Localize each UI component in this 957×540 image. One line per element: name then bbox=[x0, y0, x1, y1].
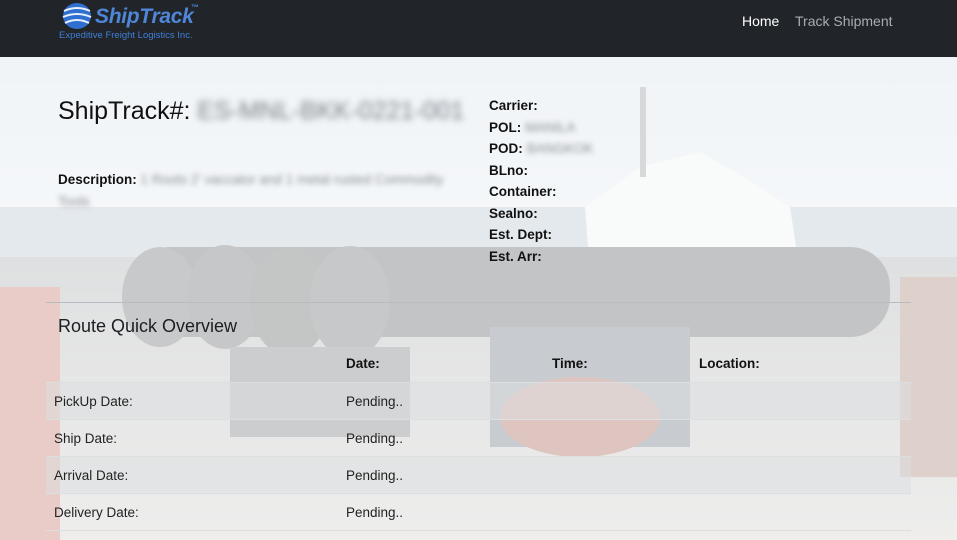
row-location bbox=[691, 493, 911, 531]
main-content: ShipTrack#: ES-MNL-BKK-0221-001 Descript… bbox=[0, 57, 957, 540]
column-header bbox=[46, 345, 338, 383]
row-location bbox=[691, 419, 911, 457]
detail-label: Carrier: bbox=[489, 98, 538, 113]
row-location bbox=[691, 456, 911, 494]
detail-label: Est. Dept: bbox=[489, 227, 553, 242]
table-row: Delivery Date: Pending.. bbox=[46, 493, 911, 531]
detail-row-container: Container: bbox=[489, 181, 789, 203]
column-header-date: Date: bbox=[346, 356, 380, 371]
shipment-details: Carrier: POL: MANILA POD: BANGKOK BLno: Co… bbox=[489, 95, 789, 267]
route-table: Date: Time: Location: PickUp Date: Pendi… bbox=[46, 345, 911, 531]
detail-label: POD: bbox=[489, 141, 523, 156]
page-title: ShipTrack#: ES-MNL-BKK-0221-001 bbox=[58, 95, 468, 127]
row-date: Pending.. bbox=[338, 493, 544, 531]
detail-label: BLno: bbox=[489, 162, 528, 178]
row-date: Pending.. bbox=[338, 419, 544, 457]
table-row: Arrival Date: Pending.. bbox=[46, 456, 911, 494]
detail-row-pol: POL: MANILA bbox=[489, 117, 789, 139]
detail-row-sealno: Sealno: bbox=[489, 203, 789, 225]
detail-row-carrier: Carrier: bbox=[489, 95, 789, 117]
brand-trademark: ™ bbox=[191, 3, 199, 12]
detail-row-blno: BLno: bbox=[489, 160, 789, 182]
top-navbar: ShipTrack ™ Expeditive Freight Logistics… bbox=[0, 0, 957, 57]
shipment-description: Description: 1 Roots 2' vaccator and 1 m… bbox=[58, 169, 478, 213]
detail-label: Est. Arr: bbox=[489, 248, 542, 264]
row-location bbox=[691, 382, 911, 420]
column-header-location: Location: bbox=[699, 356, 760, 371]
nav-home-link[interactable]: Home bbox=[742, 13, 779, 29]
row-time bbox=[544, 419, 691, 457]
route-table-header: Date: Time: Location: bbox=[46, 345, 911, 383]
tracking-number: ES-MNL-BKK-0221-001 bbox=[197, 97, 465, 125]
detail-row-est-arr: Est. Arr: bbox=[489, 246, 789, 268]
title-label: ShipTrack#: bbox=[58, 97, 191, 125]
table-row: PickUp Date: Pending.. bbox=[46, 382, 911, 420]
nav-track-shipment-link[interactable]: Track Shipment bbox=[795, 13, 893, 29]
row-time bbox=[544, 382, 691, 420]
row-date: Pending.. bbox=[338, 382, 544, 420]
section-divider bbox=[46, 302, 911, 303]
detail-row-pod: POD: BANGKOK bbox=[489, 138, 789, 160]
row-label: Delivery Date: bbox=[46, 493, 338, 531]
brand-tagline: Expeditive Freight Logistics Inc. bbox=[59, 30, 193, 41]
detail-value: MANILA bbox=[525, 119, 576, 135]
route-overview-title: Route Quick Overview bbox=[58, 316, 238, 336]
detail-value: BANGKOK bbox=[526, 141, 594, 156]
detail-label: Container: bbox=[489, 184, 557, 199]
column-header-time: Time: bbox=[552, 356, 588, 371]
brand-logo-link[interactable]: ShipTrack ™ Expeditive Freight Logistics… bbox=[58, 1, 208, 45]
row-label: PickUp Date: bbox=[46, 382, 338, 420]
row-label: Ship Date: bbox=[46, 419, 338, 457]
detail-row-est-dept: Est. Dept: bbox=[489, 224, 789, 246]
table-row: Ship Date: Pending.. bbox=[46, 419, 911, 457]
row-date: Pending.. bbox=[338, 456, 544, 494]
description-label: Description: bbox=[58, 172, 137, 187]
row-time bbox=[544, 493, 691, 531]
detail-label: Sealno: bbox=[489, 205, 538, 221]
brand-name: ShipTrack bbox=[95, 5, 194, 28]
detail-label: POL: bbox=[489, 119, 522, 135]
row-label: Arrival Date: bbox=[46, 456, 338, 494]
row-time bbox=[544, 456, 691, 494]
